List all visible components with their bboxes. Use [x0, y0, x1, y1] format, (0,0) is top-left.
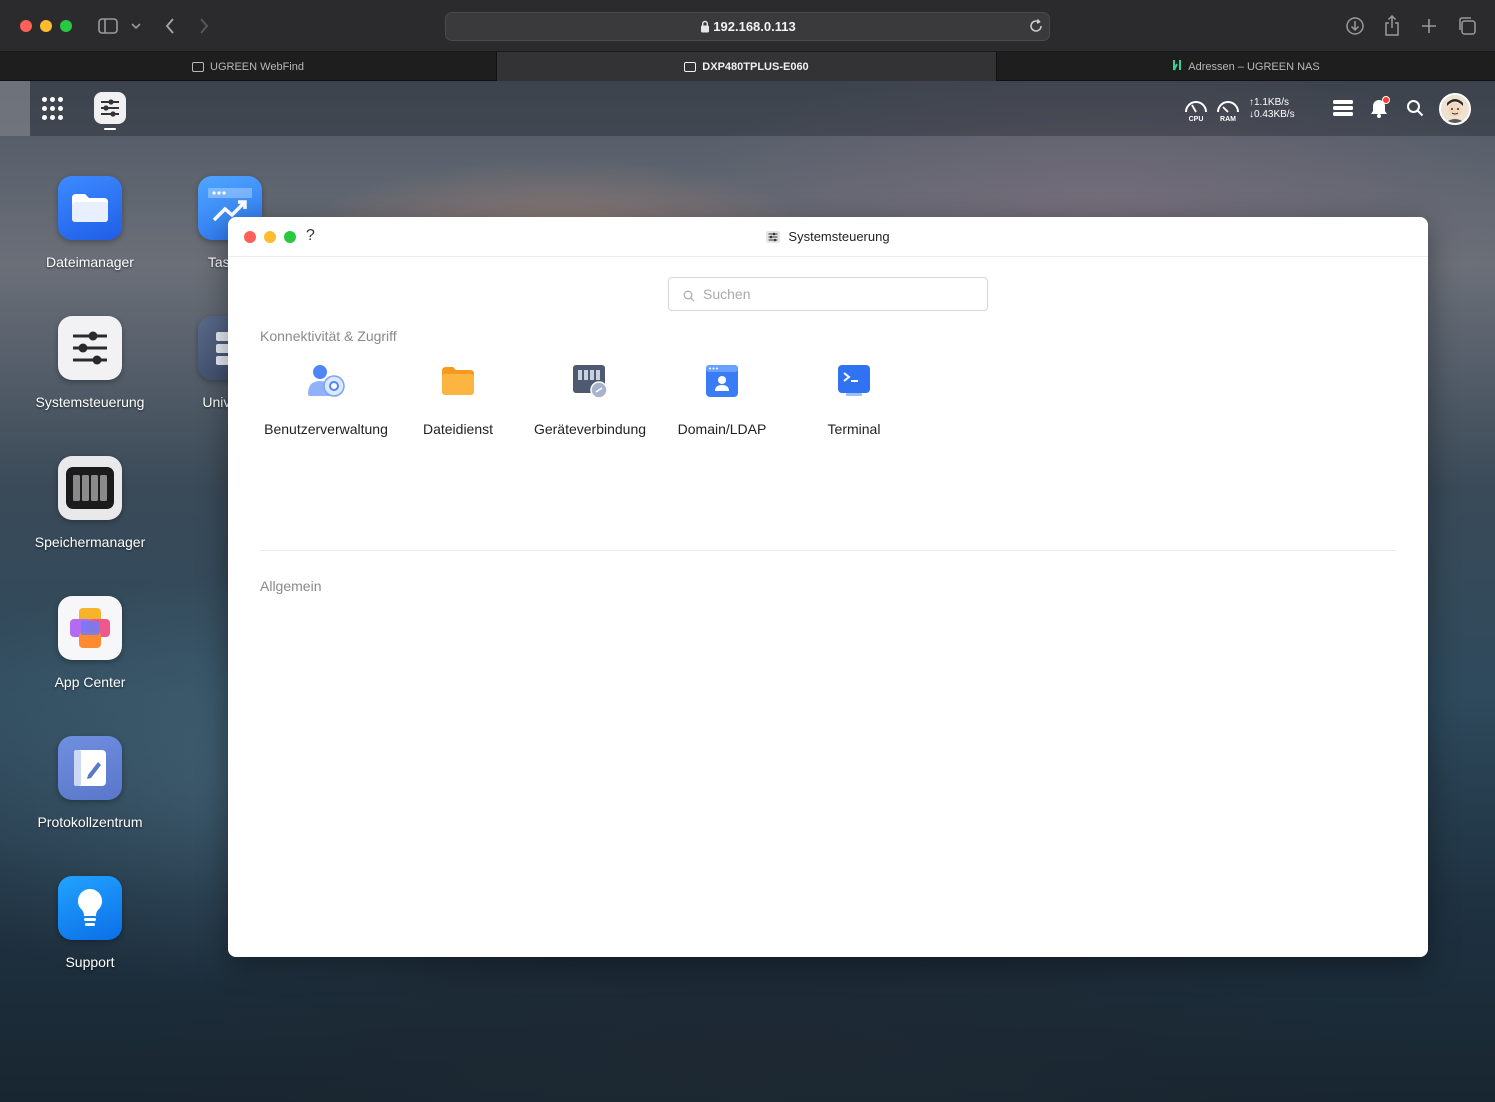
item-benutzerverwaltung[interactable]: Benutzerverwaltung	[256, 361, 396, 439]
storage-drives-icon	[58, 456, 122, 520]
window-titlebar[interactable]: ? Systemsteuerung	[228, 217, 1428, 257]
ugreen-favicon-icon	[1172, 59, 1182, 74]
window-title: Systemsteuerung	[228, 229, 1428, 246]
topbar-edge	[0, 81, 30, 136]
desktop-icon-app-center[interactable]: App Center	[25, 596, 155, 690]
new-tab-icon[interactable]	[1417, 14, 1441, 38]
download-speed: ↓0.43KB/s	[1249, 109, 1295, 120]
back-icon[interactable]	[158, 14, 182, 38]
running-app-systemsteuerung[interactable]	[94, 92, 126, 124]
reload-icon[interactable]	[1028, 18, 1044, 39]
search-icon[interactable]	[1403, 96, 1427, 120]
nas-topbar: CPU RAM ↑1.1KB/s ↓0.43KB/s	[0, 81, 1495, 136]
section-title-konnektivitaet: Konnektivität & Zugriff	[260, 328, 397, 344]
item-hardware-energie[interactable]	[256, 530, 396, 570]
tab-label: Adressen – UGREEN NAS	[1188, 60, 1320, 73]
browser-toolbar: 192.168.0.113	[0, 0, 1495, 52]
user-avatar[interactable]	[1439, 93, 1471, 125]
search-input[interactable]	[703, 284, 973, 304]
sliders-icon	[101, 99, 119, 117]
tab-ugreen-webfind[interactable]: UGREEN WebFind	[0, 52, 497, 81]
tab-label: DXP480TPLUS-E060	[702, 60, 809, 73]
search-field[interactable]	[668, 277, 988, 311]
sliders-icon	[766, 231, 781, 246]
tab-overview-icon[interactable]	[1455, 14, 1479, 38]
item-domain-ldap[interactable]: Domain/LDAP	[652, 361, 792, 439]
item-geraeteverbindung[interactable]: Geräteverbindung	[520, 361, 660, 439]
ram-gauge[interactable]: RAM	[1215, 96, 1241, 123]
forward-icon[interactable]	[192, 14, 216, 38]
desktop-icon-systemsteuerung[interactable]: Systemsteuerung	[25, 316, 155, 410]
upload-speed: ↑1.1KB/s	[1249, 97, 1290, 108]
domain-icon	[702, 361, 742, 401]
users-icon	[306, 361, 346, 401]
app-center-icon	[58, 596, 122, 660]
chevron-down-icon[interactable]	[124, 14, 148, 38]
network-speed: ↑1.1KB/s ↓0.43KB/s	[1249, 97, 1295, 121]
page-favicon-icon	[192, 61, 205, 72]
control-panel-window: ? Systemsteuerung Konnektivität & Zugrif…	[228, 217, 1428, 957]
folder-icon	[438, 361, 478, 401]
sliders-icon	[58, 316, 122, 380]
url-text: 192.168.0.113	[713, 19, 796, 34]
window-title-text: Systemsteuerung	[788, 229, 890, 244]
folder-icon	[58, 176, 122, 240]
download-icon[interactable]	[1343, 14, 1367, 38]
terminal-icon	[834, 361, 874, 401]
section-divider	[260, 550, 1396, 551]
zoom-window-button[interactable]	[60, 20, 72, 32]
task-list-icon[interactable]	[1331, 96, 1355, 120]
lightbulb-icon	[58, 876, 122, 940]
cpu-gauge-icon	[1185, 101, 1207, 113]
desktop-icon-speichermanager[interactable]: Speichermanager	[25, 456, 155, 550]
cpu-label: CPU	[1188, 116, 1204, 123]
notification-badge	[1382, 96, 1390, 104]
nas-desktop: CPU RAM ↑1.1KB/s ↓0.43KB/s Dateimanager …	[0, 81, 1495, 1102]
item-terminal[interactable]: Terminal	[784, 361, 924, 439]
ram-label: RAM	[1220, 116, 1236, 123]
minimize-window-button[interactable]	[40, 20, 52, 32]
tab-strip: UGREEN WebFind DXP480TPLUS-E060 Adressen…	[0, 52, 1495, 81]
page-favicon-icon	[684, 61, 697, 72]
battery-icon	[306, 530, 346, 570]
address-bar[interactable]: 192.168.0.113	[445, 12, 1050, 41]
search-icon	[683, 289, 695, 307]
tab-adressen[interactable]: Adressen – UGREEN NAS	[997, 52, 1495, 81]
notification-bell-icon[interactable]	[1367, 96, 1391, 120]
log-book-icon	[58, 736, 122, 800]
section-title-allgemein: Allgemein	[260, 578, 322, 594]
running-indicator	[104, 128, 116, 130]
desktop-icon-protokollzentrum[interactable]: Protokollzentrum	[25, 736, 155, 830]
item-dateidienst[interactable]: Dateidienst	[388, 361, 528, 439]
desktop-icon-dateimanager[interactable]: Dateimanager	[25, 176, 155, 270]
share-icon[interactable]	[1380, 14, 1404, 38]
tab-label: UGREEN WebFind	[210, 60, 304, 73]
device-link-icon	[570, 361, 610, 401]
app-launcher-icon[interactable]	[42, 97, 66, 121]
desktop-icon-support[interactable]: Support	[25, 876, 155, 970]
cpu-gauge[interactable]: CPU	[1183, 96, 1209, 123]
tab-dxp480tplus[interactable]: DXP480TPLUS-E060	[497, 52, 997, 81]
ram-gauge-icon	[1217, 101, 1239, 113]
close-window-button[interactable]	[20, 20, 32, 32]
avatar-face-icon	[1441, 95, 1469, 123]
sidebar-toggle-icon[interactable]	[96, 14, 120, 38]
